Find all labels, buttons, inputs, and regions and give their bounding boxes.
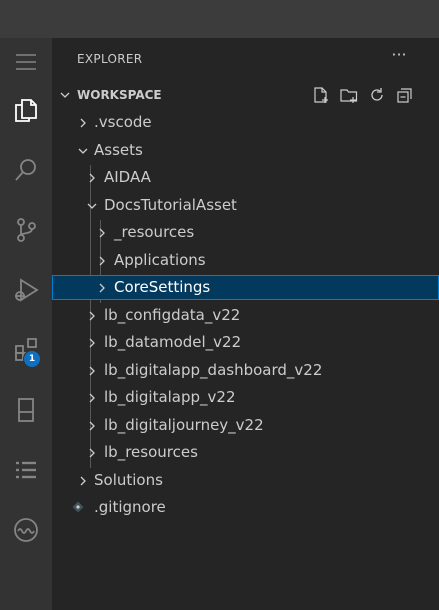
- more-actions-button[interactable]: ···: [389, 47, 409, 68]
- chevron-right-icon: [89, 421, 95, 430]
- tree-folder-item[interactable]: .vscode: [52, 110, 439, 135]
- tree-folder-item[interactable]: lb_digitalapp_dashboard_v22: [52, 358, 439, 383]
- workspace-section-header[interactable]: WORKSPACE: [52, 83, 439, 107]
- chevron-right-icon: [99, 228, 105, 238]
- chevron-right-icon: [99, 256, 105, 265]
- tree-folder-item[interactable]: lb_datamodel_v22: [52, 330, 439, 355]
- chevron-right-icon: [89, 173, 95, 183]
- tree-item-label: .gitignore: [94, 498, 166, 516]
- tree-folder-item[interactable]: lb_configdata_v22: [52, 303, 439, 328]
- tree-folder-item[interactable]: AIDAA: [52, 165, 439, 190]
- explorer-sidebar: EXPLORER ··· WORKSPACE .vscode Assets AIDA…: [52, 38, 439, 610]
- chevron-right-icon: [89, 393, 95, 403]
- tree-folder-item[interactable]: lb_digitaljourney_v22: [52, 413, 439, 438]
- tree-item-label: CoreSettings: [114, 278, 211, 296]
- tree-item-label: Solutions: [94, 470, 163, 489]
- extensions-icon[interactable]: [0, 326, 52, 374]
- tree-item-label: DocsTutorialAsset: [104, 195, 237, 214]
- collapse-all-icon[interactable]: [394, 85, 416, 105]
- title-bar: [0, 0, 439, 38]
- tree-item-label: lb_digitaljourney_v22: [104, 415, 264, 434]
- refresh-icon[interactable]: [366, 85, 388, 105]
- tree-folder-item[interactable]: DocsTutorialAsset: [52, 193, 439, 218]
- source-control-icon[interactable]: [0, 206, 52, 254]
- explorer-title: EXPLORER: [77, 52, 143, 66]
- chevron-right-icon: [89, 448, 95, 458]
- new-folder-icon[interactable]: [338, 85, 360, 105]
- list-icon[interactable]: [0, 446, 52, 494]
- tree-folder-item[interactable]: Solutions: [52, 468, 439, 493]
- activity-bar: 1: [0, 38, 52, 610]
- chevron-right-icon: [89, 311, 95, 320]
- workspace-title: WORKSPACE: [77, 88, 162, 102]
- panel-icon[interactable]: [0, 386, 52, 434]
- tree-item-label: lb_resources: [104, 443, 198, 461]
- remote-icon[interactable]: [0, 506, 52, 554]
- chevron-right-icon: [89, 338, 95, 348]
- tree-file-item[interactable]: .gitignore: [52, 495, 439, 520]
- tree-item-label: Assets: [94, 140, 143, 159]
- git-file-icon: [72, 501, 84, 513]
- explorer-header: EXPLORER ···: [52, 38, 439, 80]
- search-icon[interactable]: [0, 146, 52, 194]
- workspace-actions: [310, 85, 430, 105]
- extensions-badge: 1: [23, 350, 41, 368]
- chevron-down-icon: [60, 92, 70, 98]
- tree-item-label: AIDAA: [104, 168, 151, 186]
- tree-folder-item[interactable]: Assets: [52, 138, 439, 163]
- tree-item-label: lb_configdata_v22: [104, 305, 241, 324]
- run-debug-icon[interactable]: [0, 266, 52, 314]
- new-file-icon[interactable]: [310, 85, 332, 105]
- chevron-down-icon: [78, 148, 88, 154]
- tree-item-label: lb_datamodel_v22: [104, 333, 242, 351]
- tree-folder-item[interactable]: lb_digitalapp_v22: [52, 385, 439, 410]
- chevron-right-icon: [89, 366, 95, 375]
- tree-item-label: lb_digitalapp_dashboard_v22: [104, 360, 323, 379]
- explorer-icon[interactable]: [0, 86, 52, 134]
- tree-folder-item[interactable]: CoreSettings: [52, 275, 439, 300]
- tree-folder-item[interactable]: _resources: [52, 220, 439, 245]
- chevron-right-icon: [99, 283, 105, 293]
- chevron-right-icon: [80, 476, 86, 485]
- tree-folder-item[interactable]: Applications: [52, 248, 439, 273]
- chevron-right-icon: [80, 118, 86, 128]
- chevron-down-icon: [87, 203, 97, 209]
- tree-item-label: Applications: [114, 250, 206, 269]
- tree-item-label: _resources: [114, 223, 195, 241]
- menu-icon[interactable]: [0, 38, 52, 86]
- tree-item-label: .vscode: [94, 113, 152, 131]
- tree-folder-item[interactable]: lb_resources: [52, 440, 439, 465]
- tree-item-label: lb_digitalapp_v22: [104, 388, 236, 406]
